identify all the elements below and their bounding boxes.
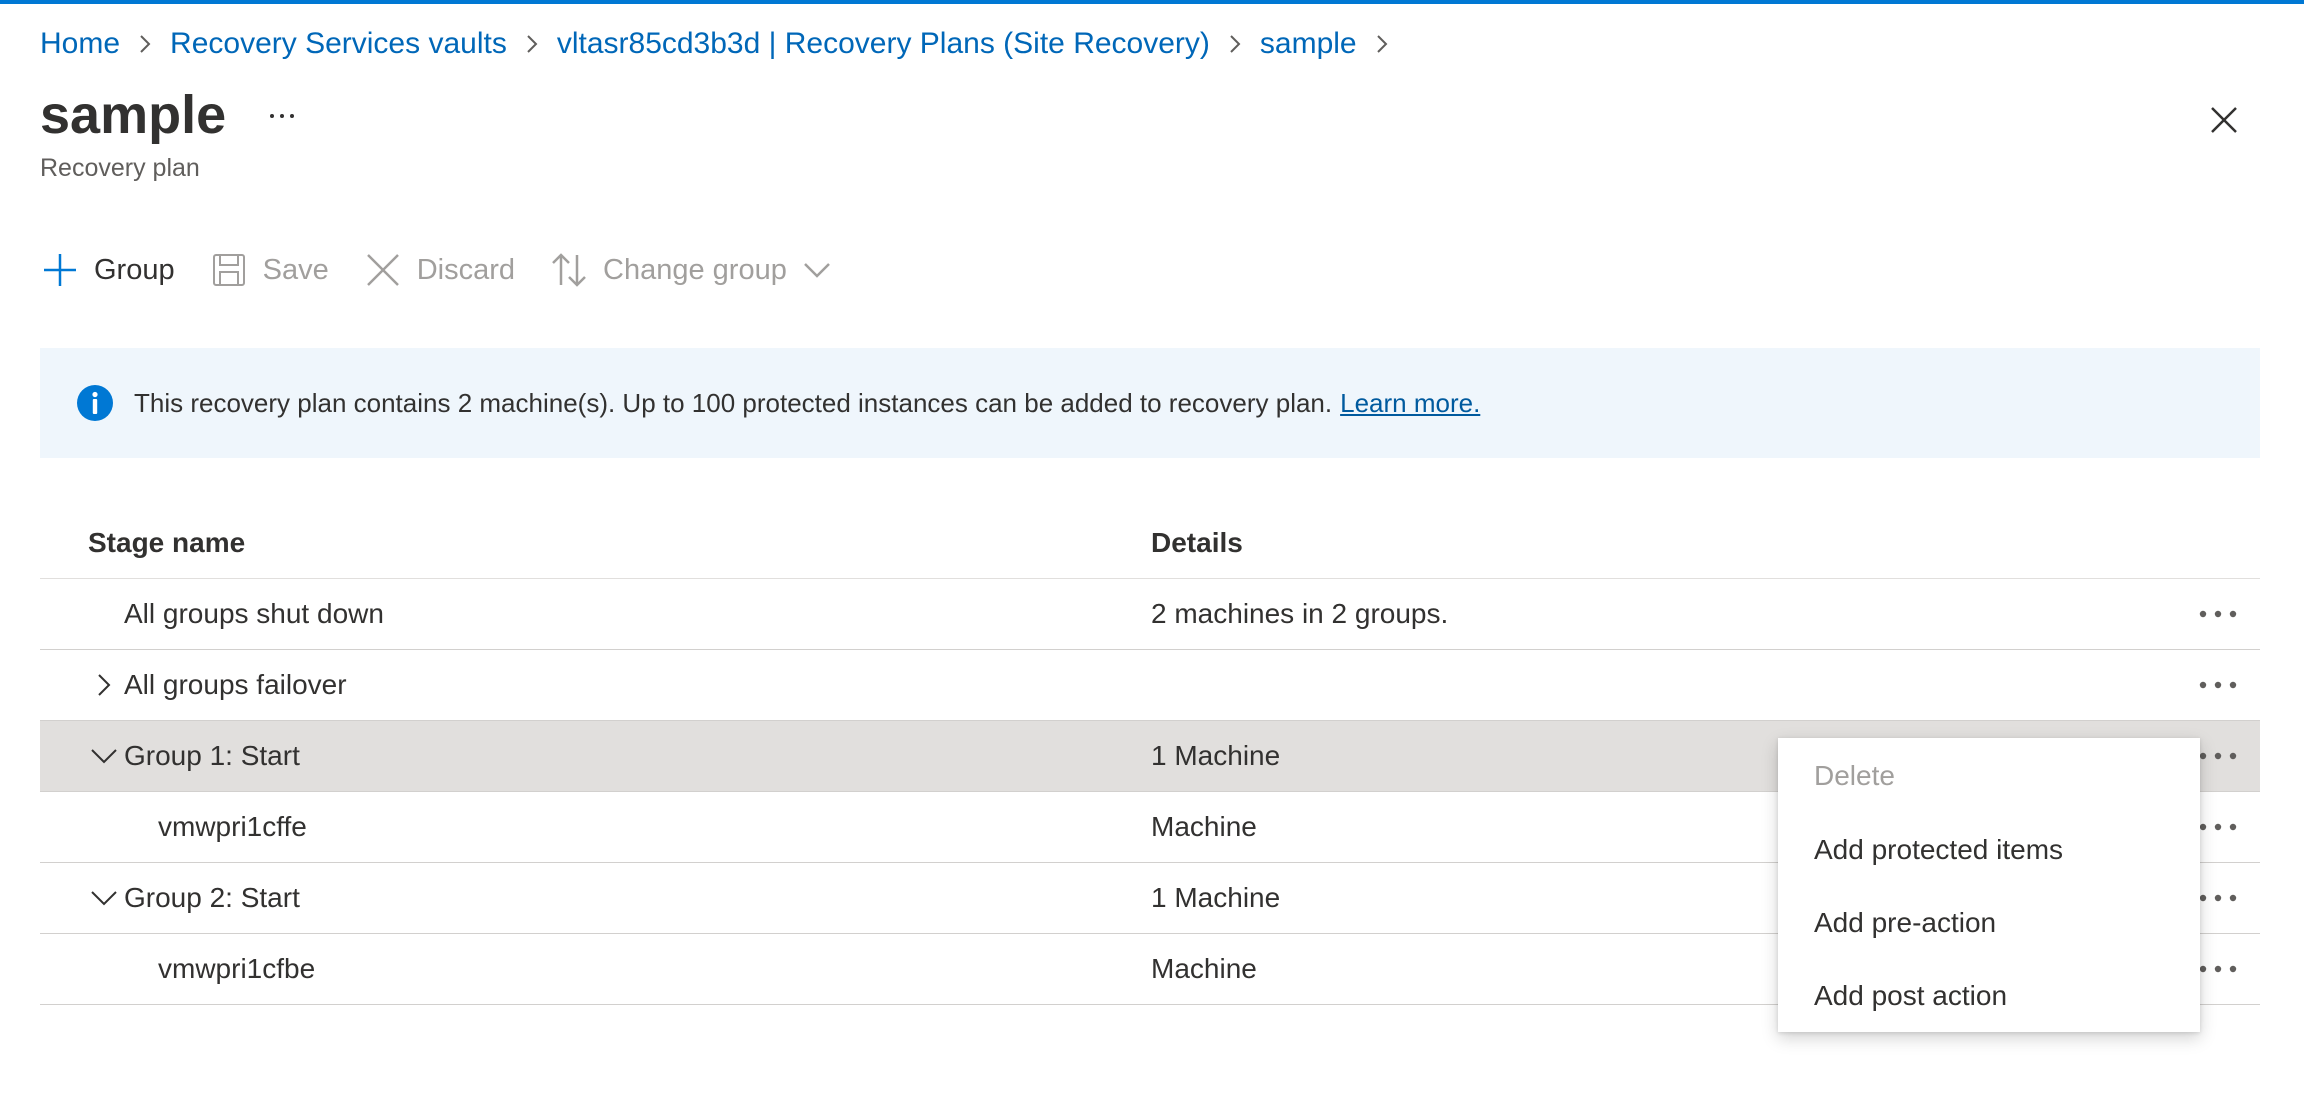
stage-name-cell: Group 1: Start [124, 740, 300, 771]
breadcrumb-recovery-services-vaults[interactable]: Recovery Services vaults [170, 27, 507, 61]
page-title: sample [40, 85, 227, 145]
plus-icon [40, 250, 80, 290]
details-cell: Machine [1151, 811, 1257, 842]
breadcrumb-sample[interactable]: sample [1260, 27, 1357, 61]
info-banner: This recovery plan contains 2 machine(s)… [40, 348, 2260, 458]
more-icon[interactable] [2192, 667, 2244, 703]
chevron-right-icon [1357, 33, 1407, 55]
table-header: Stage name Details [40, 508, 2260, 579]
chevron-down-icon[interactable] [84, 736, 124, 776]
change-group-label: Change group [603, 253, 787, 286]
table-row[interactable]: All groups shut down 2 machines in 2 gro… [40, 579, 2260, 650]
stage-name-cell: vmwpri1cfbe [158, 953, 316, 984]
info-banner-text: This recovery plan contains 2 machine(s)… [134, 387, 1333, 418]
save-icon [209, 250, 249, 290]
breadcrumb-home[interactable]: Home [40, 27, 120, 61]
chevron-right-icon [507, 33, 557, 55]
stage-name-cell: vmwpri1cffe [158, 811, 307, 842]
command-bar: Group Save Discard Change group [40, 240, 865, 300]
save-label: Save [262, 253, 329, 286]
more-icon[interactable] [2192, 596, 2244, 632]
chevron-down-icon [803, 261, 831, 279]
chevron-down-icon[interactable] [84, 878, 124, 918]
chevron-right-icon[interactable] [84, 665, 124, 705]
info-icon [76, 384, 114, 422]
save-button[interactable]: Save [209, 240, 329, 300]
row-context-menu: Delete Add protected items Add pre-actio… [1778, 738, 2200, 1032]
stage-name-cell: Group 2: Start [124, 882, 300, 913]
table-row[interactable]: All groups failover [40, 650, 2260, 721]
menu-item-delete[interactable]: Delete [1814, 746, 1895, 806]
details-cell: Machine [1151, 953, 1257, 984]
details-cell: 1 Machine [1151, 740, 1281, 771]
add-group-button[interactable]: Group [40, 240, 175, 300]
menu-item-add-post-action[interactable]: Add post action [1814, 966, 2007, 1026]
column-header-details[interactable]: Details [1151, 527, 1243, 559]
details-cell: 2 machines in 2 groups. [1151, 598, 1449, 629]
menu-item-add-protected-items[interactable]: Add protected items [1814, 820, 2063, 880]
menu-item-add-pre-action[interactable]: Add pre-action [1814, 893, 1996, 953]
learn-more-link[interactable]: Learn more. [1340, 388, 1480, 419]
stage-name-cell: All groups failover [124, 669, 347, 700]
page-subtitle: Recovery plan [40, 154, 200, 182]
breadcrumb-recovery-plans[interactable]: vltasr85cd3b3d | Recovery Plans (Site Re… [557, 27, 1210, 61]
more-icon[interactable] [262, 96, 302, 136]
swap-icon [549, 250, 589, 290]
discard-label: Discard [416, 253, 516, 286]
breadcrumb: Home Recovery Services vaults vltasr85cd… [40, 24, 1407, 64]
add-group-label: Group [94, 253, 175, 286]
column-header-stage-name[interactable]: Stage name [88, 527, 245, 559]
chevron-right-icon [120, 33, 170, 55]
close-icon[interactable] [2200, 96, 2248, 144]
discard-button[interactable]: Discard [363, 240, 515, 300]
change-group-button[interactable]: Change group [549, 240, 831, 300]
stage-name-cell: All groups shut down [124, 598, 384, 629]
top-accent-bar [0, 0, 2304, 4]
discard-icon [363, 250, 403, 290]
chevron-right-icon [1210, 33, 1260, 55]
details-cell: 1 Machine [1151, 882, 1281, 913]
